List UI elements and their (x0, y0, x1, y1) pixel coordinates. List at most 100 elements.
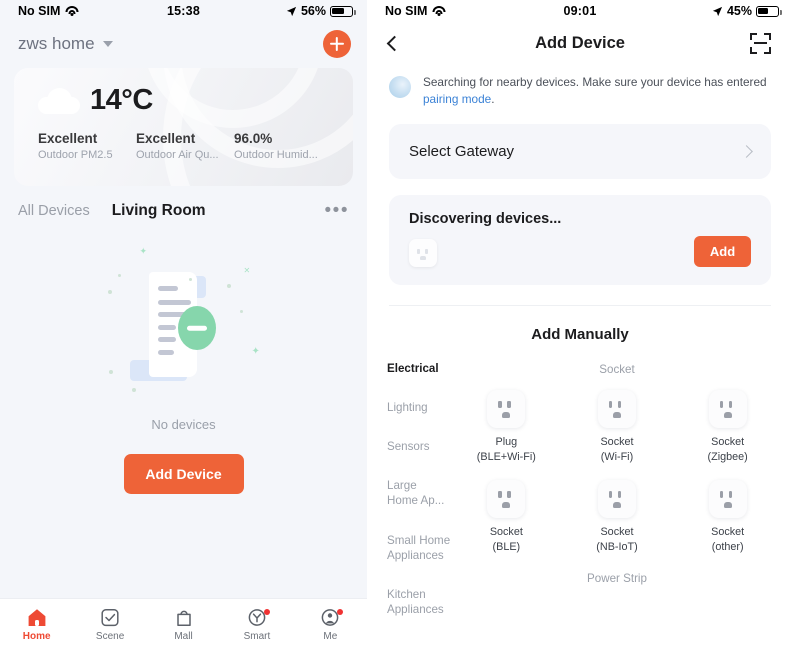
tab-scene[interactable]: Scene (73, 608, 146, 642)
home-header: zws home (0, 22, 367, 68)
tab-mall[interactable]: Mall (147, 608, 220, 642)
weather-main: 14°C (14, 68, 353, 117)
chevron-right-icon (740, 145, 753, 159)
device-label: Socket (NB-IoT) (596, 526, 638, 553)
weather-stat: Excellent Outdoor Air Qu... (136, 131, 234, 161)
navigation-bar: Add Device (367, 22, 793, 64)
stat-label: Outdoor Humid... (234, 149, 318, 161)
no-devices-illustration: ✦ ✕ ✦ (94, 246, 274, 413)
tab-home[interactable]: Home (0, 608, 73, 642)
weather-card[interactable]: 14°C Excellent Outdoor PM2.5 Excellent O… (14, 68, 353, 186)
device-item[interactable]: Plug (BLE+Wi-Fi) (451, 390, 562, 464)
device-label: Socket (Zigbee) (707, 436, 748, 463)
notification-badge (337, 608, 344, 615)
shopping-bag-icon (176, 610, 191, 626)
decor-dot (188, 278, 192, 281)
decor-dot (131, 388, 136, 392)
section-divider (389, 305, 771, 307)
add-manually-title: Add Manually (531, 326, 629, 344)
tab-smart[interactable]: Smart (220, 608, 293, 642)
weather-stat: Excellent Outdoor PM2.5 (38, 131, 136, 161)
select-gateway-label: Select Gateway (409, 143, 515, 161)
chevron-down-icon[interactable] (102, 41, 113, 47)
minus-circle-icon (177, 306, 216, 350)
category-small-home-appliances[interactable]: Small Home Appliances (387, 533, 451, 563)
tab-label: Mall (174, 630, 193, 642)
stat-value: Excellent (38, 131, 98, 146)
battery-icon (330, 5, 356, 17)
section-header-power-strip: Power Strip (587, 572, 647, 586)
stat-label: Outdoor PM2.5 (38, 149, 113, 161)
tab-label: Home (22, 630, 51, 642)
device-item[interactable]: Socket (NB-IoT) (562, 480, 673, 554)
device-grid: Plug (BLE+Wi-Fi) Socket (Wi-Fi) Socket (Zig… (451, 390, 783, 554)
battery-percent: 45% (726, 4, 752, 18)
add-manually-body: Electrical Lighting Sensors Large Home Ap… (367, 361, 793, 641)
stat-value: Excellent (136, 131, 196, 146)
socket-icon (487, 480, 526, 519)
socket-icon (487, 390, 526, 429)
stat-value: 96.0% (234, 131, 273, 146)
pairing-mode-link[interactable]: pairing mode (423, 92, 491, 106)
temperature-value: 14°C (90, 84, 153, 116)
device-item[interactable]: Socket (BLE) (451, 480, 562, 554)
sparkle-icon: ✦ (251, 346, 260, 357)
device-item[interactable]: Socket (Zigbee) (672, 390, 783, 464)
add-device-button[interactable]: Add Device (123, 454, 244, 494)
check-square-icon (101, 608, 119, 626)
searching-text-before: Searching for nearby devices. Make sure … (423, 75, 767, 89)
bottom-tab-bar: Home Scene Mall Smart Me (0, 598, 367, 650)
scan-qr-icon[interactable] (750, 32, 771, 54)
notification-badge (263, 608, 270, 615)
section-header-socket: Socket (599, 363, 635, 377)
socket-icon (597, 390, 636, 429)
home-icon (28, 608, 46, 626)
tab-me[interactable]: Me (294, 608, 367, 642)
empty-state-text: No devices (151, 417, 216, 432)
category-large-home-appliances[interactable]: Large Home Ap... (387, 478, 451, 508)
left-phone-home-screen: No SIM 15:38 56% zws home 14°C Excellent… (0, 0, 367, 650)
tab-living-room[interactable]: Living Room (112, 202, 206, 220)
searching-banner: Searching for nearby devices. Make sure … (367, 64, 793, 108)
tab-label: Scene (95, 630, 125, 642)
category-lighting[interactable]: Lighting (387, 400, 451, 415)
sparkle-icon: ✕ (243, 266, 251, 275)
category-kitchen-appliances[interactable]: Kitchen Appliances (387, 587, 451, 617)
add-discovered-device-button[interactable]: Add (694, 236, 751, 268)
device-item[interactable]: Socket (other) (672, 480, 783, 554)
status-right-group: 56% (286, 4, 356, 18)
select-gateway-row[interactable]: Select Gateway (389, 124, 771, 180)
right-phone-add-device-screen: No SIM 09:01 45% Add Device Searching fo… (367, 0, 793, 650)
empty-state: ✦ ✕ ✦ No devices Add Device (0, 220, 367, 520)
device-label: Socket (other) (711, 526, 745, 553)
searching-text: Searching for nearby devices. Make sure … (423, 74, 771, 108)
decor-dot (226, 284, 231, 288)
discovering-devices-card: Discovering devices... Add (389, 195, 771, 286)
decor-dot (107, 290, 112, 294)
status-bar-left: No SIM 15:38 56% (0, 0, 367, 22)
discovering-title: Discovering devices... (409, 211, 562, 228)
searching-text-after: . (491, 92, 495, 107)
weather-stat: 96.0% Outdoor Humid... (234, 131, 332, 161)
page-title: Add Device (535, 33, 625, 52)
category-sensors[interactable]: Sensors (387, 439, 451, 454)
tab-all-devices[interactable]: All Devices (18, 203, 90, 219)
tab-label: Smart (243, 630, 271, 642)
device-item[interactable]: Socket (Wi-Fi) (562, 390, 673, 464)
weather-stats: Excellent Outdoor PM2.5 Excellent Outdoo… (14, 117, 353, 161)
add-button[interactable] (323, 30, 351, 58)
cloud-icon (38, 87, 80, 114)
category-electrical[interactable]: Electrical (387, 361, 451, 376)
stat-label: Outdoor Air Qu... (136, 149, 219, 161)
more-options-icon[interactable]: ••• (325, 201, 349, 220)
dual-phone-screenshot: No SIM 15:38 56% zws home 14°C Excellent… (0, 0, 793, 650)
decor-dot (117, 274, 121, 277)
socket-icon (708, 480, 747, 519)
socket-icon (597, 480, 636, 519)
device-label: Socket (BLE) (489, 526, 523, 553)
home-selector-label[interactable]: zws home (18, 34, 95, 54)
socket-icon[interactable] (409, 239, 437, 268)
location-arrow-icon (712, 6, 723, 16)
location-arrow-icon (286, 6, 297, 16)
battery-icon (756, 5, 782, 17)
